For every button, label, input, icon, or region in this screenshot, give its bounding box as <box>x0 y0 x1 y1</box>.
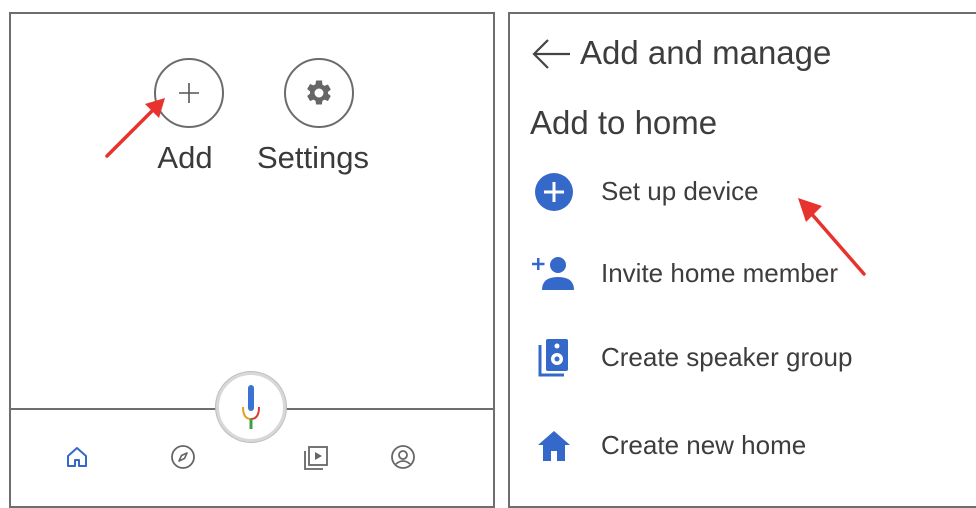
menu-item-set-up-device[interactable]: Set up device <box>510 164 976 220</box>
mic-icon <box>242 385 260 429</box>
menu-item-label: Invite home member <box>601 258 838 288</box>
nav-explore-icon[interactable] <box>167 441 199 473</box>
add-button[interactable] <box>154 58 224 128</box>
menu-item-create-speaker-group[interactable]: Create speaker group <box>510 330 976 386</box>
menu-item-invite-home-member[interactable]: Invite home member <box>510 246 976 302</box>
nav-media-icon[interactable] <box>300 441 332 473</box>
add-circle-icon <box>530 168 578 216</box>
add-manage-panel: Add and manage Add to home Set up device… <box>508 12 976 508</box>
menu-item-label: Set up device <box>601 176 759 206</box>
menu-item-create-new-home[interactable]: Create new home <box>510 418 976 474</box>
nav-home-icon[interactable] <box>61 441 93 473</box>
speaker-group-icon <box>530 334 578 382</box>
home-screen-panel: Add Settings <box>9 12 495 508</box>
settings-button[interactable] <box>284 58 354 128</box>
home-icon <box>530 422 578 470</box>
menu-item-label: Create new home <box>601 430 807 460</box>
nav-account-icon[interactable] <box>387 441 419 473</box>
settings-label: Settings <box>257 140 370 175</box>
assistant-mic-button[interactable] <box>216 372 286 442</box>
page-title: Add and manage <box>580 34 832 71</box>
add-label: Add <box>157 140 213 175</box>
back-arrow-icon[interactable] <box>530 36 574 72</box>
gear-icon <box>307 80 331 105</box>
plus-icon <box>179 83 199 103</box>
add-person-icon <box>530 250 578 298</box>
menu-item-label: Create speaker group <box>601 342 853 372</box>
section-title: Add to home <box>530 104 718 141</box>
